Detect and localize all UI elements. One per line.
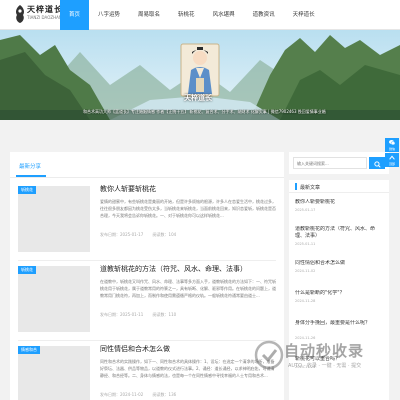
main-nav: 首页 八字运势 周易取名 斩桃花 风水堪舆 道教资讯 天梓道长 xyxy=(60,0,324,30)
article-list-card: 最新分享 斩桃花 教你人斩要斩桃花 爱情的甜蜜中，有些斩桃花是美丽的开始，但是许… xyxy=(10,152,284,400)
sidebar-article-title[interactable]: 什么是斩断的"化学"？ xyxy=(295,290,383,297)
post-date: 发布日期：2025-01-17 xyxy=(100,232,144,237)
sidebar-article-date: 2024-11-28 xyxy=(295,299,316,303)
sidebar-article-date: 2025-01-11 xyxy=(295,242,316,246)
tab-active-indicator xyxy=(16,175,46,177)
sidebar-article-item[interactable]: 斩桃花可以重合吗？ 2024-11-24 xyxy=(295,356,383,369)
post-meta: 发布日期：2025-01-17 阅读数：104 xyxy=(100,232,184,238)
site-description: 和合术高功大师【蓝道长】专注婚姻情感 作者【正统十五】 斩桃花、复合术、分手术、… xyxy=(83,109,326,114)
latest-articles-card: 最新文章 教你人斩要斩桃花 2025-01-17 道教斩桃花的方法（符咒、风水、… xyxy=(289,180,389,400)
post-date: 发布日期：2025-01-11 xyxy=(100,312,144,317)
nav-taoist-news[interactable]: 道教资讯 xyxy=(244,0,284,30)
post-thumbnail[interactable]: 斩桃花 xyxy=(18,266,90,332)
sidebar-article-date: 2024-11-24 xyxy=(295,365,316,369)
sidebar-article-title[interactable]: 斩桃花可以重合吗？ xyxy=(295,356,383,363)
nav-bazi[interactable]: 八字运势 xyxy=(89,0,129,30)
sidebar-article-date: 2024-11-02 xyxy=(295,269,316,273)
sidebar-article-title[interactable]: 教你人斩要斩桃花 xyxy=(295,199,383,206)
category-badge[interactable]: 情感和合 xyxy=(18,346,40,354)
hero-banner xyxy=(0,30,400,120)
divider xyxy=(18,260,276,261)
nav-peach-blossom[interactable]: 斩桃花 xyxy=(169,0,204,30)
mountain-landscape-illustration xyxy=(0,30,400,120)
wechat-icon xyxy=(389,140,395,145)
post-excerpt: 在道教中，斩桃花又叫作咒、风水、命理、法事等多方面入手，道教斩桃花的方法如下：一… xyxy=(100,279,276,298)
taoist-logo-icon xyxy=(16,5,24,23)
post-title[interactable]: 教你人斩要斩桃花 xyxy=(100,184,276,194)
logo-text: 天梓道长 xyxy=(27,5,63,14)
sidebar-search xyxy=(289,152,389,174)
nav-about[interactable]: 天梓道长 xyxy=(284,0,324,30)
sidebar-article-item[interactable]: 身体分手挽回，最重要是什么呢？ 2024-11-26 xyxy=(295,320,383,340)
list-tab-bar: 最新分享 xyxy=(10,152,284,178)
search-button[interactable] xyxy=(369,157,385,169)
search-input[interactable] xyxy=(293,157,367,169)
nav-home[interactable]: 首页 xyxy=(60,0,90,30)
list-item[interactable]: 情感和合 同性情侣和合术怎么做 同性和合术的实践操作，如下一、同性和合术的具体操… xyxy=(18,342,278,400)
category-badge[interactable]: 斩桃花 xyxy=(18,266,36,274)
wechat-label: 微信 xyxy=(388,147,395,151)
sidebar-article-title[interactable]: 同性情侣和合术怎么做 xyxy=(295,260,383,267)
nav-naming[interactable]: 周易取名 xyxy=(129,0,169,30)
section-header-marker xyxy=(295,183,297,190)
sidebar-article-item[interactable]: 同性情侣和合术怎么做 2024-11-02 xyxy=(295,260,383,273)
sidebar-article-date: 2024-11-26 xyxy=(295,336,316,340)
post-views: 阅读数：110 xyxy=(152,312,177,317)
post-date: 发布日期：2024-11-02 xyxy=(100,392,144,397)
sidebar-article-date: 2025-01-17 xyxy=(295,208,316,212)
tab-latest[interactable]: 最新分享 xyxy=(19,162,41,170)
sidebar-article-item[interactable]: 什么是斩断的"化学"？ 2024-11-28 xyxy=(295,290,383,303)
post-thumbnail[interactable]: 斩桃花 xyxy=(18,186,90,252)
post-title[interactable]: 道教斩桃花的方法（符咒、风水、命理、法事） xyxy=(100,264,276,274)
arrow-up-icon xyxy=(389,155,395,160)
nav-fengshui[interactable]: 风水堪舆 xyxy=(204,0,244,30)
post-views: 阅读数：104 xyxy=(152,232,177,237)
post-excerpt: 爱情的甜蜜中，有些斩桃花是美丽的开始，但是许多烦恼的根源，许多人在恋爱生活中，桃… xyxy=(100,199,276,218)
post-views: 阅读数：136 xyxy=(152,392,177,397)
sidebar-article-title[interactable]: 身体分手挽回，最重要是什么呢？ xyxy=(295,320,383,334)
sidebar-article-title[interactable]: 道教斩桃花的方法（符咒、风水、命理、法事） xyxy=(295,226,383,240)
post-meta: 发布日期：2025-01-11 阅读数：110 xyxy=(100,312,184,318)
sidebar-article-item[interactable]: 道教斩桃花的方法（符咒、风水、命理、法事） 2025-01-11 xyxy=(295,226,383,246)
post-meta: 发布日期：2024-11-02 阅读数：136 xyxy=(100,392,184,398)
top-navbar: 天梓道长 TIANZI DAOZHANG 首页 八字运势 周易取名 斩桃花 风水… xyxy=(0,0,400,30)
divider xyxy=(18,340,276,341)
list-item[interactable]: 斩桃花 教你人斩要斩桃花 爱情的甜蜜中，有些斩桃花是美丽的开始，但是许多烦恼的根… xyxy=(18,182,278,258)
post-title[interactable]: 同性情侣和合术怎么做 xyxy=(100,344,276,354)
site-title: 天梓道长 xyxy=(184,94,212,102)
category-badge[interactable]: 斩桃花 xyxy=(18,186,36,194)
sidebar-article-item[interactable]: 教你人斩要斩桃花 2025-01-17 xyxy=(295,199,383,212)
list-item[interactable]: 斩桃花 道教斩桃花的方法（符咒、风水、命理、法事） 在道教中，斩桃花又叫作咒、风… xyxy=(18,262,278,338)
back-to-top-button[interactable]: 顶部 xyxy=(385,153,399,167)
back-to-top-label: 顶部 xyxy=(388,162,395,166)
post-excerpt: 同性和合术的实践操作，如下一、同性和合术的具体操作：1、设坛：在选定一个清净的场… xyxy=(100,359,275,378)
search-icon xyxy=(373,160,381,168)
section-title: 最新文章 xyxy=(300,184,321,191)
section-header: 最新文章 xyxy=(289,180,389,193)
wechat-button[interactable]: 微信 xyxy=(385,138,399,152)
post-thumbnail[interactable]: 情感和合 xyxy=(18,346,90,400)
floating-toolbar: 微信 顶部 xyxy=(385,138,399,168)
